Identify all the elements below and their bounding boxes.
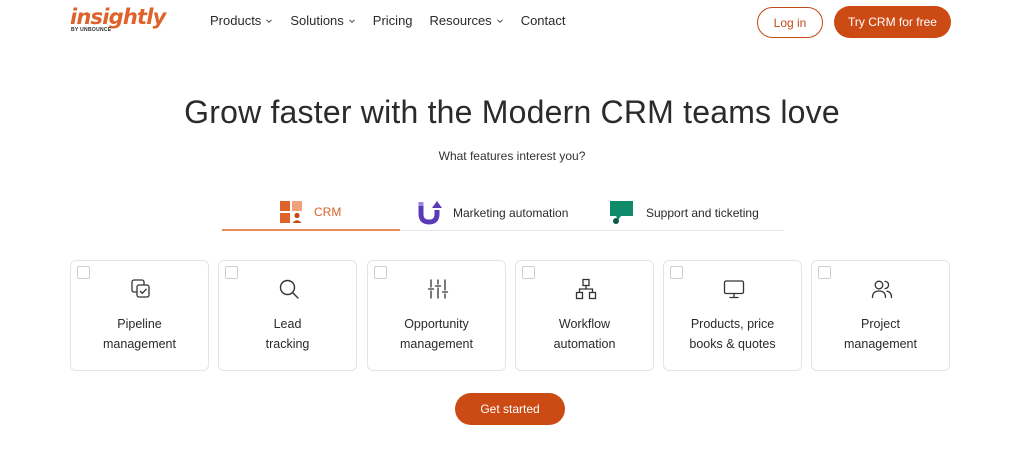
tab-marketing-automation[interactable]: Marketing automation <box>416 194 568 231</box>
tab-label: Support and ticketing <box>646 205 759 220</box>
get-started-button[interactable]: Get started <box>455 393 565 425</box>
pipeline-icon <box>131 279 150 298</box>
insightly-logo[interactable]: insightly BY UNBOUNCE <box>70 5 166 38</box>
feature-tabs: CRM Marketing automation Support and tic… <box>222 194 784 231</box>
card-label-line: management <box>844 337 917 351</box>
chevron-down-icon <box>496 19 503 24</box>
monitor-icon <box>723 280 745 299</box>
chevron-down-icon <box>348 19 355 24</box>
card-label: Project management <box>812 314 949 354</box>
card-label-line: Products, price <box>690 317 775 331</box>
card-label-line: automation <box>553 337 616 351</box>
page-title: Grow faster with the Modern CRM teams lo… <box>184 94 840 130</box>
card-label-line: books & quotes <box>689 337 776 351</box>
crm-blocks-icon <box>280 200 302 223</box>
card-checkbox[interactable] <box>670 266 683 279</box>
card-products-price-books-quotes[interactable]: Products, price books & quotes <box>663 260 802 371</box>
card-label-line: Opportunity <box>404 317 469 331</box>
nav-label: Contact <box>520 13 566 28</box>
card-label-line: Pipeline <box>117 317 162 331</box>
tab-support-ticketing[interactable]: Support and ticketing <box>609 194 759 231</box>
support-chat-icon <box>610 200 633 224</box>
workflow-icon <box>575 278 597 300</box>
tab-crm[interactable]: CRM <box>222 194 400 231</box>
card-label-line: management <box>400 337 473 351</box>
magnet-icon <box>418 200 442 225</box>
card-checkbox[interactable] <box>818 266 831 279</box>
nav-label: Solutions <box>290 13 344 28</box>
card-label: Products, price books & quotes <box>664 314 801 354</box>
nav-item-solutions[interactable]: Solutions <box>290 13 355 28</box>
nav-item-products[interactable]: Products <box>210 13 273 28</box>
nav-item-resources[interactable]: Resources <box>430 13 504 28</box>
card-label: Workflow automation <box>516 314 653 354</box>
card-label: Lead tracking <box>219 314 356 354</box>
card-checkbox[interactable] <box>374 266 387 279</box>
card-opportunity-management[interactable]: Opportunity management <box>367 260 506 371</box>
card-label: Pipeline management <box>71 314 208 354</box>
card-pipeline-management[interactable]: Pipeline management <box>70 260 209 371</box>
site-header: insightly BY UNBOUNCE Products Solutions… <box>0 0 1024 44</box>
logo-wordmark: insightly <box>70 5 166 29</box>
feature-cards: Pipeline management Lead tracking Opport… <box>70 260 950 372</box>
card-checkbox[interactable] <box>77 266 90 279</box>
nav-item-contact[interactable]: Contact <box>521 13 566 28</box>
search-icon <box>279 279 299 299</box>
try-crm-free-button[interactable]: Try CRM for free <box>834 6 951 38</box>
card-label-line: Workflow <box>558 317 611 331</box>
card-checkbox[interactable] <box>225 266 238 279</box>
main-nav: Products Solutions Pricing Resources Con… <box>210 13 583 28</box>
tab-label: CRM <box>314 204 342 219</box>
card-workflow-automation[interactable]: Workflow automation <box>515 260 654 371</box>
tab-label: Marketing automation <box>453 205 569 220</box>
sliders-icon <box>427 279 449 299</box>
card-project-management[interactable]: Project management <box>811 260 950 371</box>
card-lead-tracking[interactable]: Lead tracking <box>218 260 357 371</box>
nav-label: Products <box>210 13 262 28</box>
chevron-down-icon <box>266 19 273 24</box>
card-checkbox[interactable] <box>522 266 535 279</box>
card-label-line: Lead <box>273 317 302 331</box>
login-button[interactable]: Log in <box>757 7 823 38</box>
users-icon <box>871 280 893 299</box>
nav-label: Pricing <box>372 13 413 28</box>
card-label-line: management <box>103 337 176 351</box>
card-label-line: tracking <box>265 337 310 351</box>
nav-label: Resources <box>429 13 492 28</box>
card-label: Opportunity management <box>368 314 505 354</box>
card-label-line: Project <box>861 317 900 331</box>
page-subtitle: What features interest you? <box>438 149 586 163</box>
nav-item-pricing[interactable]: Pricing <box>373 13 413 28</box>
